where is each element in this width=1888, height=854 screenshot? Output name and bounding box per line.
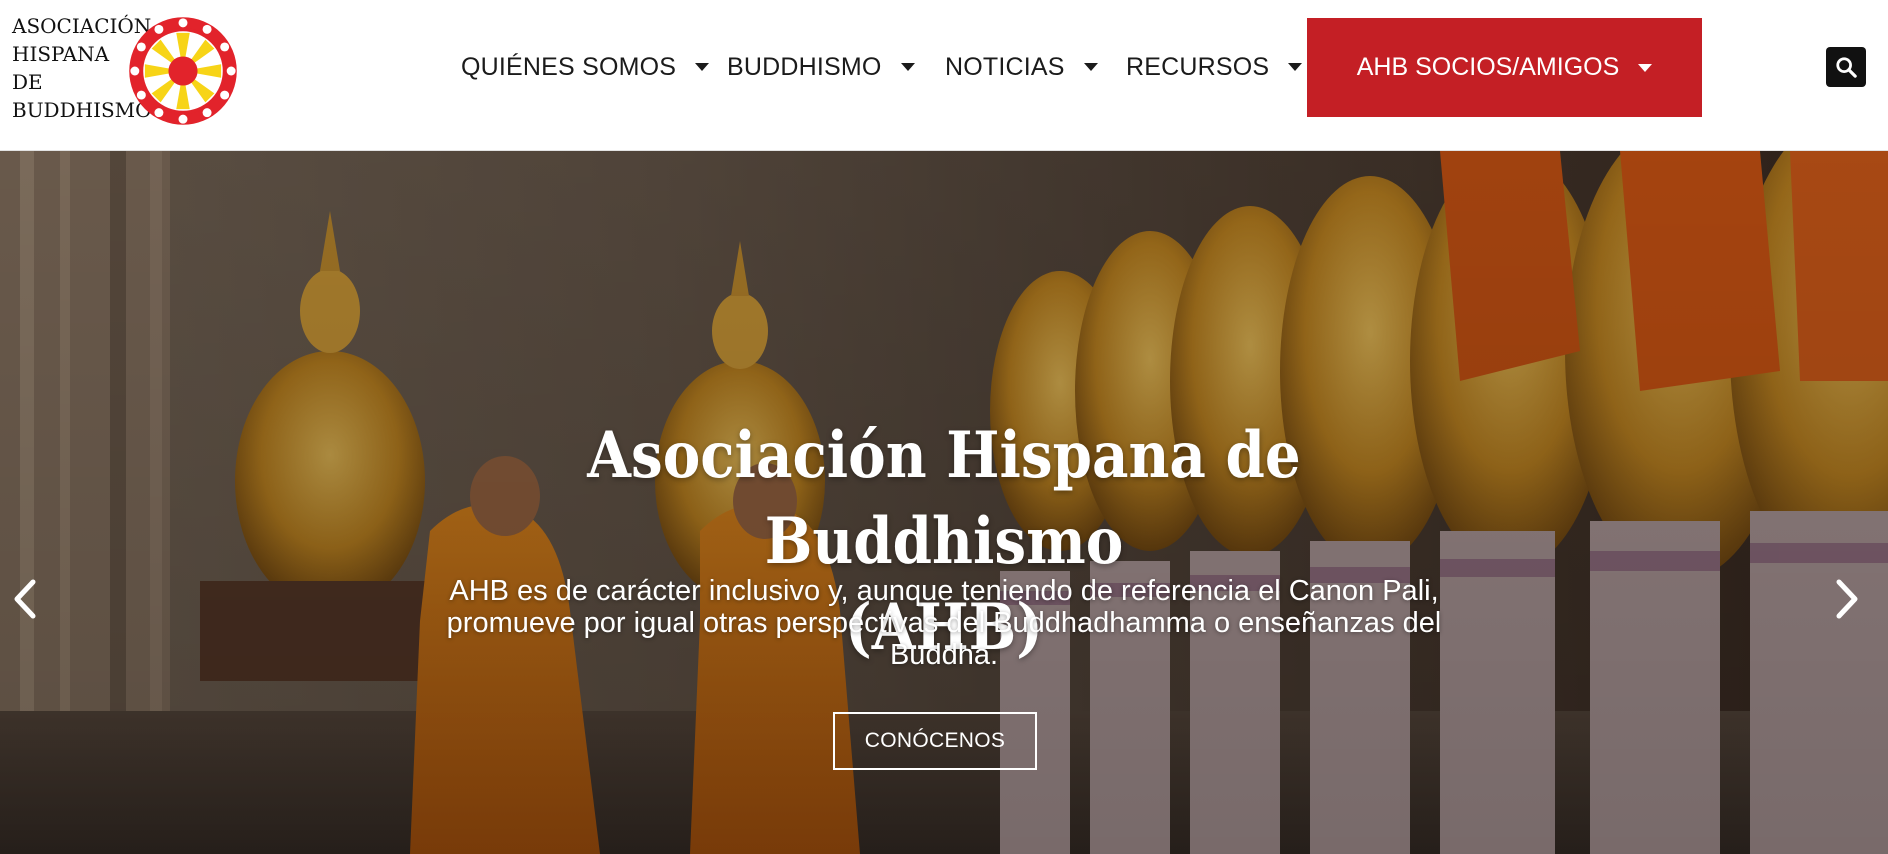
chevron-right-icon — [1836, 579, 1858, 619]
nav-label: BUDDHISMO — [727, 52, 882, 81]
socios-amigos-button[interactable]: AHB SOCIOS/AMIGOS — [1307, 18, 1702, 117]
cta-label: AHB SOCIOS/AMIGOS — [1356, 53, 1620, 81]
hero-subtitle-line: Buddha. — [889, 639, 999, 671]
search-icon — [1836, 57, 1857, 78]
nav-noticias[interactable]: NOTICIAS — [945, 50, 1098, 84]
hero-subtitle-line: AHB es de carácter inclusivo y, aunque t… — [449, 575, 1439, 607]
search-button[interactable] — [1826, 47, 1866, 87]
nav-recursos[interactable]: RECURSOS — [1126, 50, 1303, 84]
slider-next-button[interactable] — [1828, 571, 1868, 627]
caret-down-icon — [695, 63, 710, 71]
nav-buddhismo[interactable]: BUDDHISMO — [727, 50, 915, 84]
hero-slider: Asociación Hispana de Buddhismo (AHB) AH… — [0, 151, 1888, 854]
nav-label: NOTICIAS — [945, 52, 1065, 81]
hero-subtitle: AHB es de carácter inclusivo y, aunque t… — [370, 575, 1518, 671]
chevron-left-icon — [14, 579, 36, 619]
caret-down-icon — [1638, 63, 1653, 72]
site-header: ASOCIACIÓN HISPANA DE BUDDHISMO QUIÉNES … — [0, 0, 1888, 151]
nav-label: RECURSOS — [1126, 52, 1270, 81]
dharma-wheel-icon — [129, 17, 237, 125]
hero-subtitle-line: promueve por igual otras perspectivas de… — [446, 607, 1442, 639]
conocenos-label: CONÓCENOS — [864, 729, 1006, 752]
caret-down-icon — [900, 63, 915, 71]
hero-title-line: Asociación Hispana de Buddhismo — [587, 418, 1301, 579]
nav-quienes-somos[interactable]: QUIÉNES SOMOS — [461, 50, 710, 84]
caret-down-icon — [1288, 63, 1303, 71]
nav-label: QUIÉNES SOMOS — [461, 52, 677, 81]
slider-prev-button[interactable] — [4, 571, 44, 627]
caret-down-icon — [1083, 63, 1098, 71]
brand-logo[interactable]: ASOCIACIÓN HISPANA DE BUDDHISMO — [12, 12, 237, 125]
conocenos-button[interactable]: CONÓCENOS — [833, 712, 1037, 770]
